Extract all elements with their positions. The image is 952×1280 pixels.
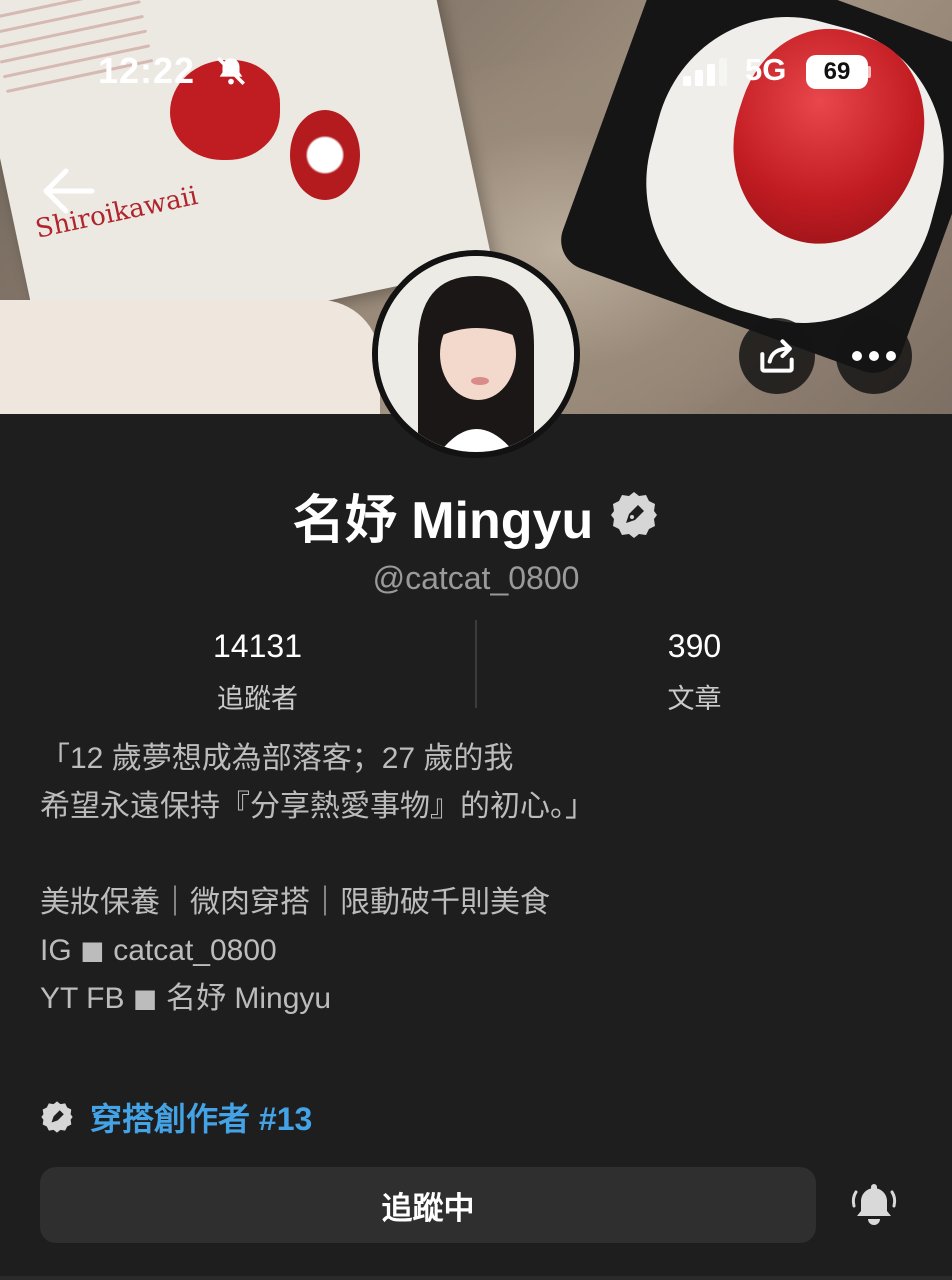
profile-handle: @catcat_0800 [372, 560, 580, 596]
verified-pen-icon [41, 1101, 73, 1133]
back-arrow-icon[interactable] [38, 165, 98, 217]
cover-dessert [0, 300, 380, 414]
bio-line: YT FB ◼︎ 名妤 Mingyu [40, 982, 332, 1015]
profile-name-row: 名妤 Mingyu [0, 480, 952, 550]
creator-category[interactable]: 穿搭創作者 #13 [40, 1094, 312, 1140]
stat-articles[interactable]: 390 文章 [477, 620, 912, 714]
cover-card-illustration-2 [290, 110, 360, 200]
more-icon [852, 351, 896, 361]
avatar-photo [378, 256, 574, 452]
bio-line: 希望永遠保持『分享熱愛事物』的初心。」 [40, 790, 595, 823]
profile-name: 名妤 Mingyu [292, 491, 594, 550]
stat-followers[interactable]: 14131 追蹤者 [40, 620, 475, 714]
share-icon [760, 339, 794, 373]
bio-line: 「12 歲夢想成為部落客；27 歲的我 [40, 742, 514, 775]
stat-articles-value: 390 [667, 628, 722, 664]
bio-line: IG ◼︎ catcat_0800 [40, 934, 277, 967]
bio-line: 美妝保養｜微肉穿搭｜限動破千則美食 [40, 886, 550, 919]
creator-category-label[interactable]: 穿搭創作者 #13 [90, 1094, 312, 1140]
bio-line-blank [40, 831, 920, 879]
share-button[interactable] [739, 318, 815, 394]
notification-bell-icon[interactable] [848, 1178, 900, 1230]
battery-level: 69 [823, 58, 851, 85]
status-time: 12:22 [98, 50, 196, 91]
profile-stats: 14131 追蹤者 390 文章 [40, 620, 912, 714]
verified-pen-icon[interactable] [609, 490, 659, 540]
profile-bio: 「12 歲夢想成為部落客；27 歲的我 希望永遠保持『分享熱愛事物』的初心。」 … [40, 735, 920, 1023]
stat-followers-value: 14131 [213, 628, 302, 664]
more-options-button[interactable] [836, 318, 912, 394]
network-type: 5G [745, 52, 787, 87]
battery-indicator: 69 [806, 55, 868, 89]
stat-articles-label: 文章 [667, 684, 722, 714]
bottom-divider [0, 1276, 952, 1280]
following-button[interactable]: 追蹤中 [40, 1167, 816, 1243]
stat-followers-label: 追蹤者 [217, 684, 298, 714]
avatar[interactable] [372, 250, 580, 458]
signal-icon [683, 58, 727, 86]
bell-off-icon [216, 56, 246, 86]
battery-nub [868, 66, 871, 78]
